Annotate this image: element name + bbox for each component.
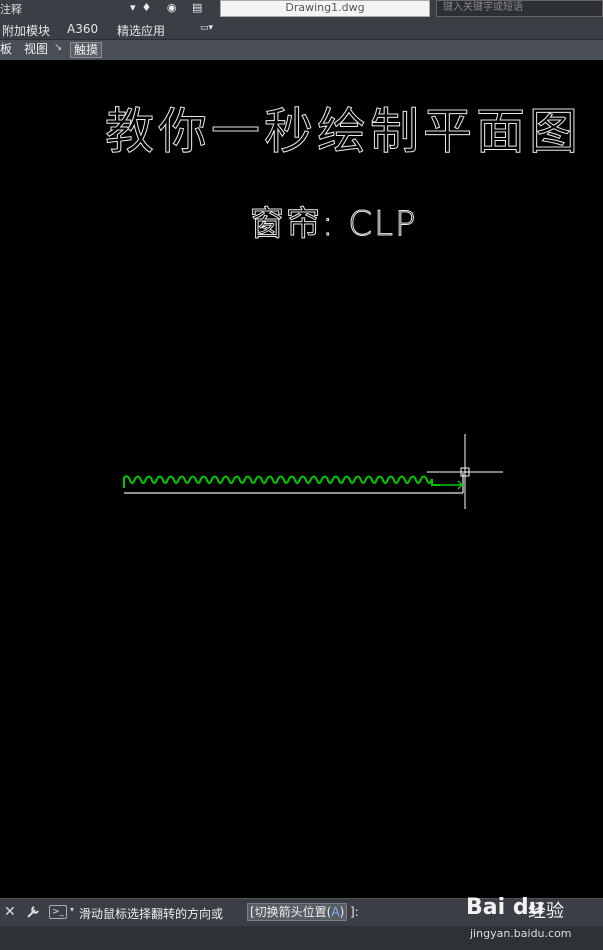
- drawing-geometry: [123, 434, 503, 509]
- command-prompt-text: 滑动鼠标选择翻转的方向或: [79, 907, 224, 921]
- close-icon[interactable]: ✕: [4, 904, 16, 920]
- tab-a360[interactable]: A360: [67, 22, 98, 36]
- crosshair-cursor: [427, 434, 503, 509]
- watermark-url: jingyan.baidu.com: [470, 927, 572, 940]
- workspace-label[interactable]: 注释: [0, 1, 22, 17]
- command-option-key: A: [331, 905, 340, 919]
- command-option-suffix: ): [339, 905, 345, 919]
- chevron-down-icon[interactable]: ▾: [70, 905, 74, 914]
- tab-featured-apps[interactable]: 精选应用: [117, 22, 165, 39]
- ribbon-tab-bar: 附加模块 A360 精选应用 ▭▾: [0, 18, 603, 40]
- tab-addins[interactable]: 附加模块: [2, 22, 50, 39]
- panel-view[interactable]: 视图: [24, 42, 48, 58]
- document-title: Drawing1.dwg: [220, 0, 430, 17]
- watermark-suffix: 经验: [528, 901, 564, 922]
- baidu-jingyan-watermark: Bai du 经验 jingyan.baidu.com: [462, 887, 602, 947]
- panel-board[interactable]: 板: [0, 42, 12, 58]
- wrench-icon[interactable]: [25, 904, 41, 920]
- curtain-wave: [123, 475, 440, 488]
- command-prompt-end: ]:: [350, 905, 359, 919]
- command-option-prefix: [切换箭头位置(: [250, 905, 332, 919]
- command-option-toggle-arrow[interactable]: [切换箭头位置(A): [247, 903, 348, 921]
- search-input[interactable]: 键入关键字或短语: [436, 0, 603, 17]
- command-prompt-icon[interactable]: >_: [49, 905, 67, 919]
- panel-expand-icon[interactable]: ↘: [54, 42, 62, 53]
- quick-access-toolbar-icons[interactable]: ▾♦ ◉ ▤: [130, 1, 208, 14]
- ribbon-display-toggle-icon[interactable]: ▭▾: [200, 23, 224, 35]
- panel-row: 板 视图 ↘ 触摸: [0, 40, 603, 60]
- direction-arrow: [440, 480, 464, 490]
- title-bar: 注释 ▾♦ ◉ ▤ Drawing1.dwg 键入关键字或短语: [0, 0, 603, 18]
- drawing-canvas[interactable]: 教你一秒绘制平面图 窗帘: CLP: [0, 60, 603, 898]
- panel-touch[interactable]: 触摸: [70, 42, 103, 58]
